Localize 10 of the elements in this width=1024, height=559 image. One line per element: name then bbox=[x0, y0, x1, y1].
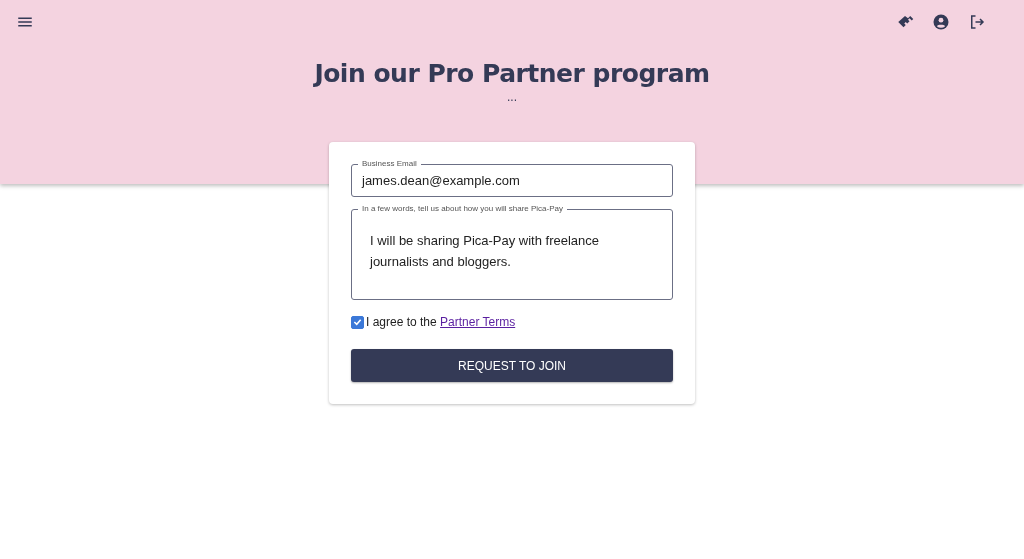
page-title: Join our Pro Partner program bbox=[314, 59, 710, 88]
account-icon[interactable] bbox=[932, 13, 950, 31]
logout-icon[interactable] bbox=[968, 13, 986, 31]
agree-text: I agree to the Partner Terms bbox=[366, 315, 516, 329]
request-button[interactable]: REQUEST TO JOIN bbox=[351, 349, 673, 382]
subtitle: ... bbox=[507, 90, 517, 104]
field-label: In a few words, tell us about how you will share Pica-Pay bbox=[358, 204, 567, 214]
agree-checkbox[interactable] bbox=[351, 315, 364, 329]
terms-link[interactable]: Partner Terms bbox=[440, 315, 516, 329]
field-label: Business Email bbox=[358, 159, 421, 169]
